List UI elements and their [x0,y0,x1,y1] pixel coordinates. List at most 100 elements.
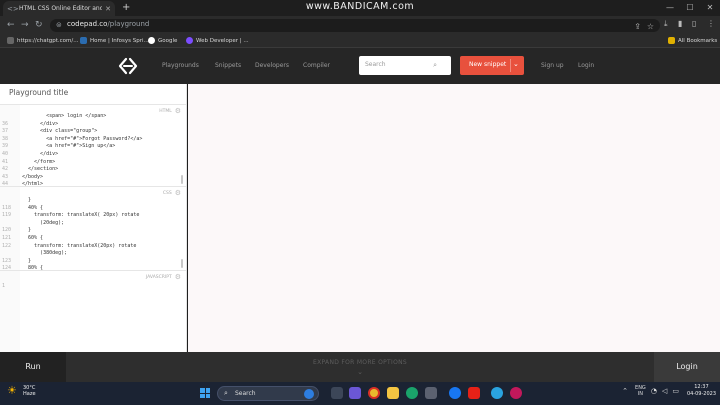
code-text: (380deg); [22,250,68,257]
scrollbar[interactable] [181,259,183,268]
code-line[interactable]: 43 </body> [0,174,186,182]
code-line[interactable]: 37 <div class="group"> [0,128,186,136]
bookmark-item[interactable]: Web Developer | ... [186,37,249,44]
code-line[interactable]: 41 </form> [0,159,186,167]
weather-sun-icon: ☀ [7,384,17,397]
search-input[interactable]: Search ⌕ [359,56,451,75]
codepad-logo-icon[interactable] [118,57,138,75]
bandicam-icon[interactable] [510,387,522,399]
volume-icon[interactable]: ◁ [662,387,667,395]
code-line[interactable]: 42 </section> [0,166,186,174]
code-line[interactable]: 119 transform: translateX( 20px) rotate [0,212,186,220]
all-bookmarks[interactable]: All Bookmarks [668,37,717,44]
store-icon[interactable] [425,387,437,399]
facebook-icon[interactable] [449,387,461,399]
youtube-icon[interactable] [468,387,480,399]
forward-arrow-icon[interactable]: → [21,20,29,30]
code-line[interactable]: 40 </div> [0,151,186,159]
close-window-icon[interactable]: ✕ [700,0,720,16]
login-button[interactable]: Login [654,352,720,382]
profile-icon[interactable]: ▯ [692,19,696,28]
battery-icon[interactable]: ▭ [672,387,679,395]
code-line[interactable]: 36 </div> [0,121,186,129]
taskbar-search-label: Search [235,390,256,397]
file-explorer-icon[interactable] [387,387,399,399]
maximize-icon[interactable]: ☐ [680,0,700,16]
line-number: 38 [2,135,9,142]
code-line[interactable]: <span> login </span> [0,113,186,121]
expand-options-label[interactable]: EXPAND FOR MORE OPTIONS [0,359,720,366]
chevron-up-icon[interactable]: ⌃ [622,387,628,395]
bookmark-item[interactable]: Home | Infosys Spri... [80,37,149,44]
clock[interactable]: 12:37 04-09-2023 [687,384,716,398]
run-button[interactable]: Run [0,352,66,382]
nav-snippets[interactable]: Snippets [215,62,241,69]
teams-icon[interactable] [349,387,361,399]
download-icon[interactable]: ⤓ [664,19,668,29]
code-text: <a href="#">Sign up</a> [22,143,116,150]
chrome-icon[interactable] [368,387,380,399]
gear-icon[interactable]: ⚙ [175,273,181,281]
wifi-icon[interactable]: ◔ [651,387,657,395]
taskbar: ☀ 30°C Haze ⌕ Search ⌃ ENG IN ◔ ◁ ▭ 12:37… [0,382,720,405]
code-line[interactable]: (20deg); [0,220,186,228]
js-code-lines[interactable]: 1 [0,283,186,291]
chevron-down-icon[interactable]: ⌄ [0,368,720,376]
bing-icon [304,389,314,399]
code-line[interactable]: 1 [0,283,186,291]
code-line[interactable]: 120 } [0,227,186,235]
bookmark-item[interactable]: https://chatgpt.com/... [7,37,78,44]
code-text: } [22,197,32,203]
code-line[interactable]: 38 <a href="#">Forgot Password?</a> [0,136,186,144]
code-text: transform: translateX(20px) rotate [22,242,137,249]
code-line[interactable]: (380deg); [0,250,186,258]
minimize-icon[interactable]: — [660,0,680,16]
windows-start-icon[interactable] [200,388,210,398]
sign-up-link[interactable]: Sign up [541,62,564,69]
code-line[interactable]: 123 } [0,258,186,266]
line-number: 39 [2,143,9,150]
bookmark-label: https://chatgpt.com/... [17,37,79,44]
site-info-icon[interactable]: ⊜ [56,21,62,29]
weather-widget[interactable]: ☀ 30°C Haze [7,384,36,398]
url-input[interactable]: ⊜ codepad.co/playground ⇪ ☆ [50,19,660,32]
code-text: <div class="group"> [22,128,98,135]
reload-icon[interactable]: ↻ [35,20,43,30]
css-editor[interactable]: CSS ⚙ } 118 40% {119 transform: translate… [0,186,186,273]
html-editor[interactable]: HTML ⚙ <span> login </span> 36 </div> 37 <… [0,104,186,189]
language-indicator[interactable]: ENG IN [635,385,646,397]
code-line[interactable]: 39 <a href="#">Sign up</a> [0,143,186,151]
code-line[interactable]: } [0,197,186,205]
login-link[interactable]: Login [578,62,594,69]
line-number: 36 [2,120,9,127]
preview-pane[interactable] [188,84,720,352]
playground-title[interactable]: Playground title [9,88,68,97]
js-editor[interactable]: JAVASCRIPT ⚙ 1 [0,270,186,352]
bookmark-star-icon[interactable]: ☆ [647,22,654,31]
chevron-down-icon[interactable]: ⌄ [513,60,519,68]
infosys-icon [80,37,87,44]
html-code-lines[interactable]: <span> login </span> 36 </div> 37 <div cla… [0,113,186,189]
code-line[interactable]: 122 transform: translateX(20px) rotate [0,243,186,251]
extensions-icon[interactable]: ▮ [678,19,682,28]
system-tray: ⌃ ENG IN ◔ ◁ ▭ 12:37 04-09-2023 [617,384,716,398]
new-snippet-button[interactable]: New snippet ⌄ [460,56,524,75]
gear-icon[interactable]: ⚙ [175,189,181,197]
nav-playgrounds[interactable]: Playgrounds [162,62,199,69]
site-header: Playgrounds Snippets Developers Compiler… [0,48,720,84]
nav-compiler[interactable]: Compiler [303,62,330,69]
code-line[interactable]: 118 40% { [0,205,186,213]
back-arrow-icon[interactable]: ← [7,20,15,30]
search-icon[interactable]: ⌕ [433,61,437,70]
menu-kebab-icon[interactable]: ⋮ [707,19,715,28]
scrollbar[interactable] [181,175,183,184]
share-icon[interactable]: ⇪ [634,22,641,31]
task-view-icon[interactable] [331,387,343,399]
edge-icon[interactable] [406,387,418,399]
taskbar-search-input[interactable]: ⌕ Search [217,386,319,401]
nav-developers[interactable]: Developers [255,62,289,69]
code-line[interactable]: 121 60% { [0,235,186,243]
bookmark-item[interactable]: Google [148,37,177,44]
css-code-lines[interactable]: } 118 40% {119 transform: translateX( 20p… [0,197,186,273]
telegram-icon[interactable] [491,387,503,399]
